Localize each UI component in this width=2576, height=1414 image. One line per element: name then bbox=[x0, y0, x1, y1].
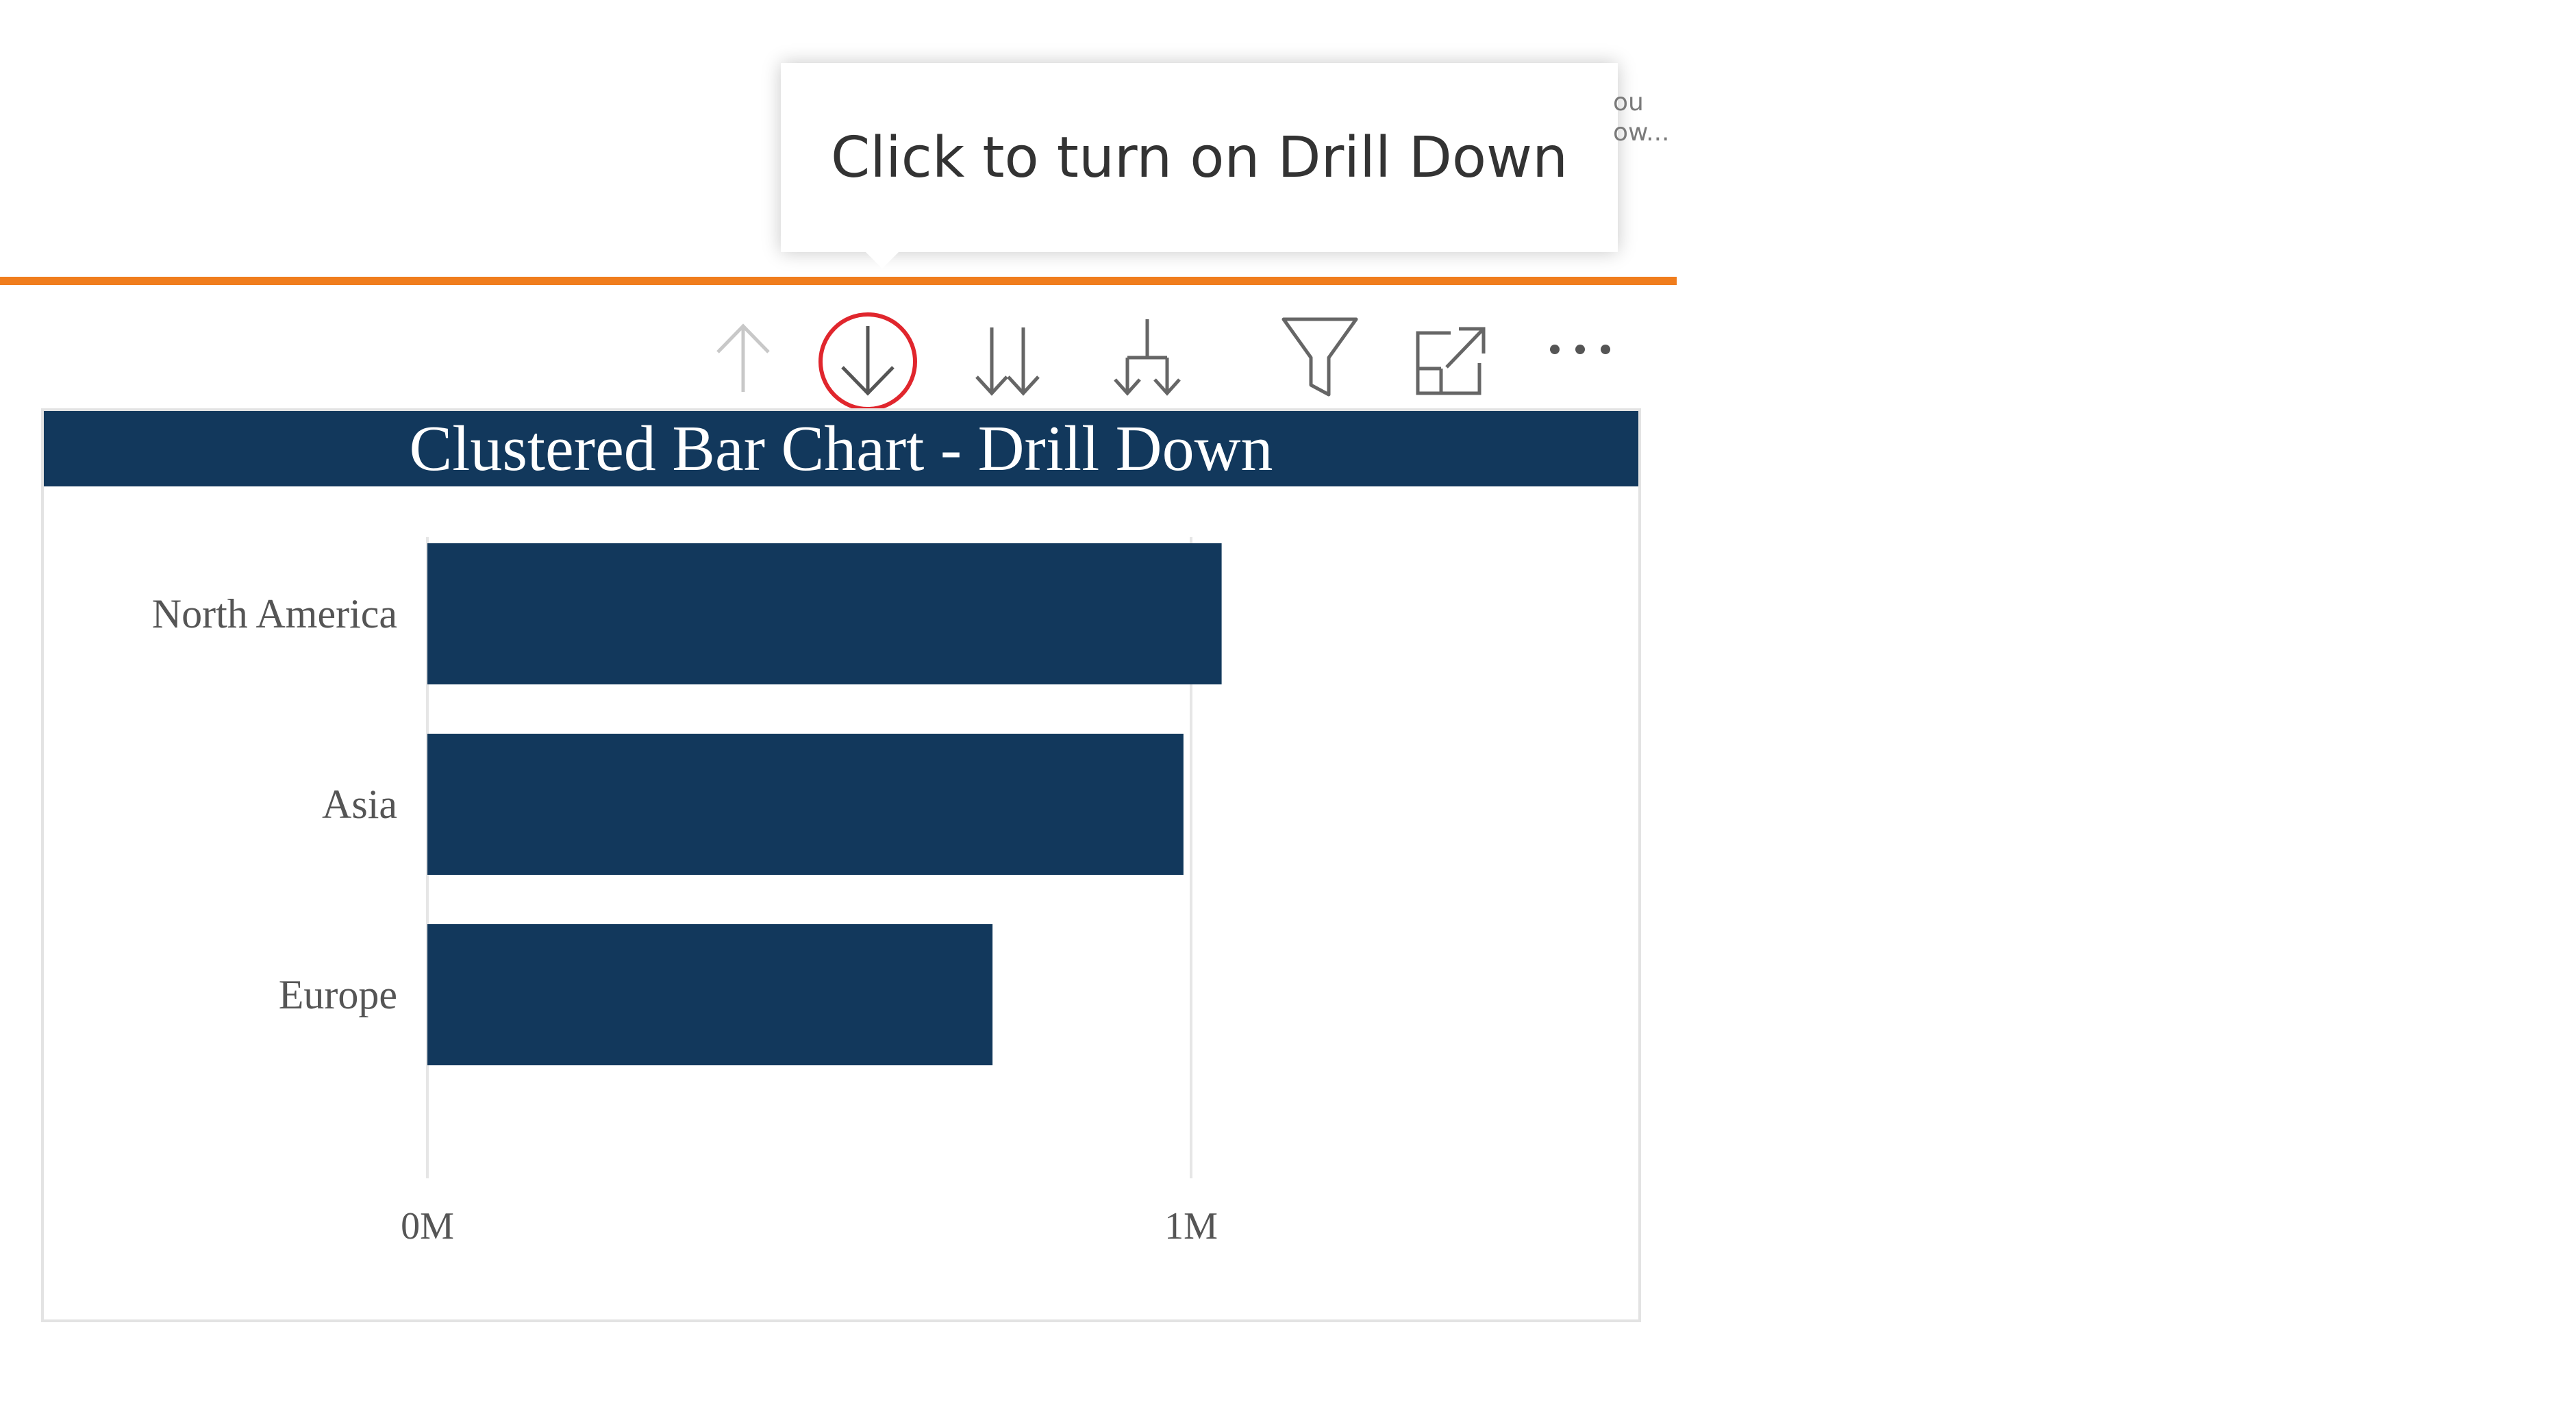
expand-hierarchy-icon[interactable] bbox=[1096, 308, 1199, 411]
y-tick-label: Europe bbox=[279, 972, 397, 1017]
tooltip-text: Click to turn on Drill Down bbox=[830, 125, 1568, 190]
y-tick-label: Asia bbox=[322, 782, 397, 827]
chart-title-bar: Clustered Bar Chart - Drill Down bbox=[44, 411, 1638, 486]
bar[interactable] bbox=[427, 734, 1184, 875]
tooltip-pointer bbox=[864, 251, 900, 269]
visual-focus-border bbox=[0, 277, 1677, 285]
drill-down-tooltip: Click to turn on Drill Down bbox=[781, 63, 1618, 252]
more-options-icon[interactable] bbox=[1529, 308, 1631, 411]
drill-up-icon[interactable] bbox=[692, 308, 795, 411]
clipped-text-line: ou bbox=[1613, 88, 1644, 116]
next-level-icon[interactable] bbox=[956, 308, 1059, 411]
x-tick-label: 1M bbox=[1164, 1205, 1218, 1248]
drill-down-icon[interactable] bbox=[816, 308, 919, 411]
chart-plot-svg: North America Asia Europe 0M 1M bbox=[152, 537, 1222, 1248]
y-tick-label: North America bbox=[152, 591, 397, 636]
x-tick-label: 0M bbox=[401, 1205, 454, 1248]
bar-chart-visual[interactable]: Clustered Bar Chart - Drill Down North A… bbox=[41, 408, 1641, 1322]
bar[interactable] bbox=[427, 543, 1222, 684]
bar[interactable] bbox=[427, 924, 993, 1065]
chart-plot: North America Asia Europe 0M 1M bbox=[44, 486, 1638, 1322]
focus-mode-icon[interactable] bbox=[1397, 308, 1500, 411]
filter-icon[interactable] bbox=[1268, 308, 1371, 411]
clipped-text-fragment: ou ow... bbox=[1613, 88, 1675, 149]
chart-title: Clustered Bar Chart - Drill Down bbox=[409, 413, 1273, 484]
clipped-text-line: ow... bbox=[1613, 119, 1670, 147]
